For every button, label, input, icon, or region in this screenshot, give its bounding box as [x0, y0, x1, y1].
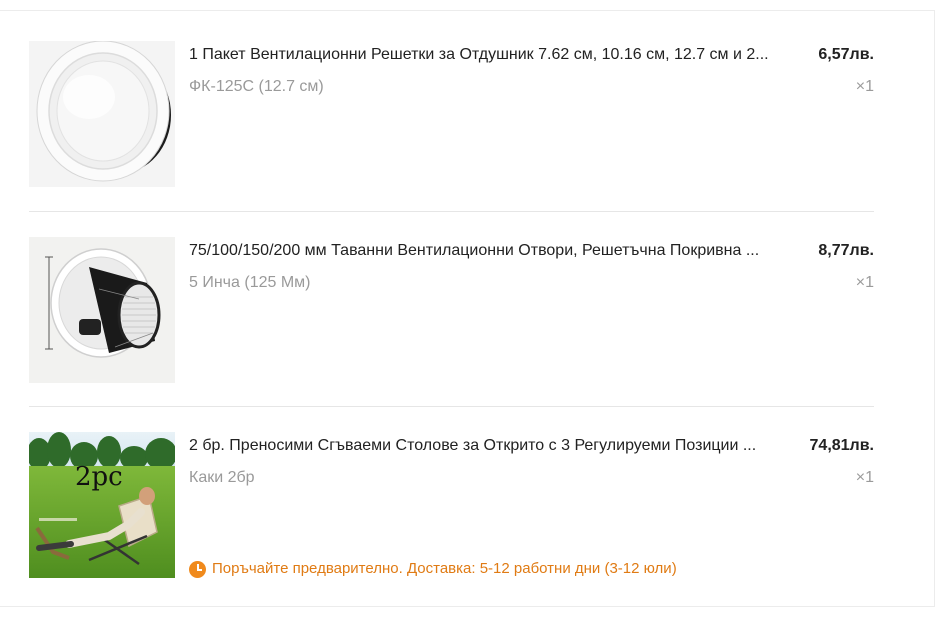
product-price: 74,81лв. — [809, 437, 874, 454]
product-image-ceiling-vent[interactable] — [29, 237, 175, 383]
product-quantity: ×1 — [855, 274, 874, 291]
product-image-folding-chairs[interactable]: 2pc — [29, 432, 175, 578]
product-title[interactable]: 1 Пакет Вентилационни Решетки за Отдушни… — [189, 45, 809, 65]
product-variant: Каки 2бр — [189, 469, 255, 486]
clock-icon — [189, 560, 206, 578]
product-quantity: ×1 — [855, 469, 874, 486]
preorder-notice: Поръчайте предварително. Доставка: 5-12 … — [189, 560, 677, 578]
preorder-notice-text: Поръчайте предварително. Доставка: 5-12 … — [212, 560, 677, 577]
item-divider — [29, 406, 874, 407]
product-title[interactable]: 2 бр. Преносими Сгъваеми Столове за Откр… — [189, 436, 809, 456]
cart-item[interactable]: 2pc 2 бр. Преносими Сгъваеми Столове за … — [29, 432, 874, 578]
product-quantity: ×1 — [855, 78, 874, 95]
product-variant: 5 Инча (125 Мм) — [189, 274, 311, 291]
product-variant: ФК-125С (12.7 см) — [189, 78, 324, 95]
product-price: 8,77лв. — [818, 242, 874, 259]
cart-item[interactable]: 75/100/150/200 мм Таванни Вентилационни … — [29, 237, 874, 383]
product-price: 6,57лв. — [818, 46, 874, 63]
product-image-caption: 2pc — [75, 462, 123, 492]
product-title[interactable]: 75/100/150/200 мм Таванни Вентилационни … — [189, 241, 809, 261]
cart-item[interactable]: 1 Пакет Вентилационни Решетки за Отдушни… — [29, 41, 874, 187]
item-divider — [29, 211, 874, 212]
product-image-vent-grille[interactable] — [29, 41, 175, 187]
